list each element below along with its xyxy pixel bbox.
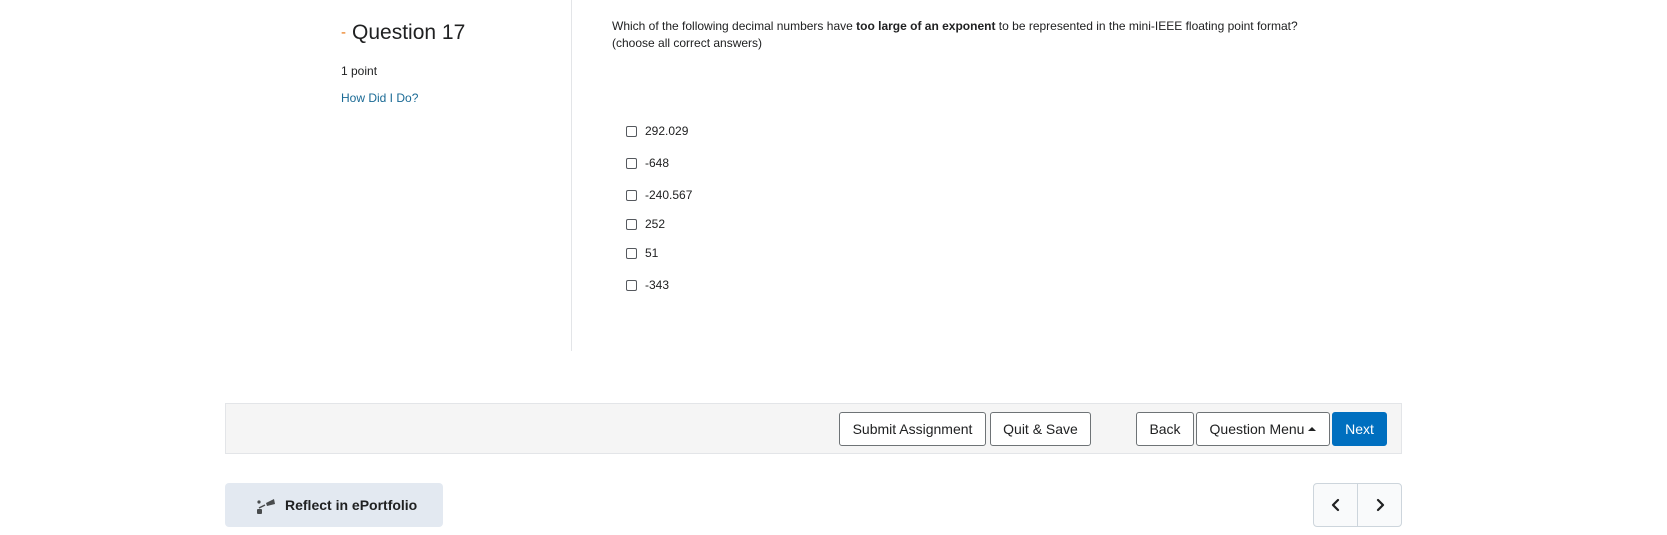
answer-checkbox[interactable] — [626, 218, 637, 230]
answer-label: 252 — [645, 217, 666, 231]
answer-label: -343 — [645, 278, 670, 292]
chevron-left-icon — [1331, 498, 1339, 512]
question-prompt-line2: (choose all correct answers) — [612, 36, 763, 50]
chevron-right-icon — [1376, 498, 1384, 512]
column-divider — [571, 0, 572, 351]
quit-save-button[interactable]: Quit & Save — [990, 412, 1091, 446]
answer-label: 292.029 — [645, 124, 689, 138]
answer-checkbox[interactable] — [626, 189, 637, 201]
answer-checkbox[interactable] — [626, 247, 637, 259]
reflect-label: Reflect in ePortfolio — [285, 497, 418, 513]
question-header: - Question 17 — [341, 18, 571, 48]
next-page-button[interactable] — [1358, 484, 1401, 526]
caret-up-icon — [1308, 426, 1317, 431]
reflect-eportfolio-button[interactable]: Reflect in ePortfolio — [225, 483, 443, 527]
submit-assignment-button[interactable]: Submit Assignment — [839, 412, 986, 446]
question-prompt-line1: Which of the following decimal numbers h… — [612, 18, 1332, 35]
answer-option[interactable]: -648 — [626, 156, 669, 170]
answer-option[interactable]: -343 — [626, 278, 669, 292]
collapse-dash-icon[interactable]: - — [341, 24, 346, 41]
answer-option[interactable]: 292.029 — [626, 124, 688, 138]
quiz-page: - Question 17 1 point How Did I Do? Whic… — [0, 0, 1667, 535]
prompt-text-before: Which of the following decimal numbers h… — [612, 19, 857, 33]
prompt-text-after: to be represented in the mini-IEEE float… — [995, 19, 1298, 33]
answer-label: -240.567 — [645, 188, 693, 202]
question-menu-label: Question Menu — [1209, 421, 1305, 437]
prompt-text-bold: too large of an exponent — [856, 19, 996, 33]
previous-page-button[interactable] — [1314, 484, 1357, 526]
eportfolio-icon — [257, 499, 275, 514]
answer-label: -648 — [645, 156, 670, 170]
question-title: Question 17 — [352, 21, 466, 44]
answer-label: 51 — [645, 246, 659, 260]
answer-checkbox[interactable] — [626, 125, 637, 137]
quiz-toolbar: Submit Assignment Quit & Save Back Quest… — [225, 403, 1402, 454]
answer-checkbox[interactable] — [626, 279, 637, 291]
next-button[interactable]: Next — [1332, 412, 1387, 446]
back-button[interactable]: Back — [1136, 412, 1194, 446]
answer-option[interactable]: 51 — [626, 246, 658, 260]
question-prompt: Which of the following decimal numbers h… — [612, 18, 1332, 52]
answer-checkbox[interactable] — [626, 157, 637, 169]
question-menu-button[interactable]: Question Menu — [1196, 412, 1330, 446]
answer-option[interactable]: -240.567 — [626, 188, 692, 202]
question-title-row: - Question 17 — [341, 18, 571, 48]
how-did-i-do-link[interactable]: How Did I Do? — [341, 91, 418, 105]
page-navigation — [1313, 483, 1402, 527]
answer-option[interactable]: 252 — [626, 217, 665, 231]
question-points: 1 point — [341, 64, 378, 78]
